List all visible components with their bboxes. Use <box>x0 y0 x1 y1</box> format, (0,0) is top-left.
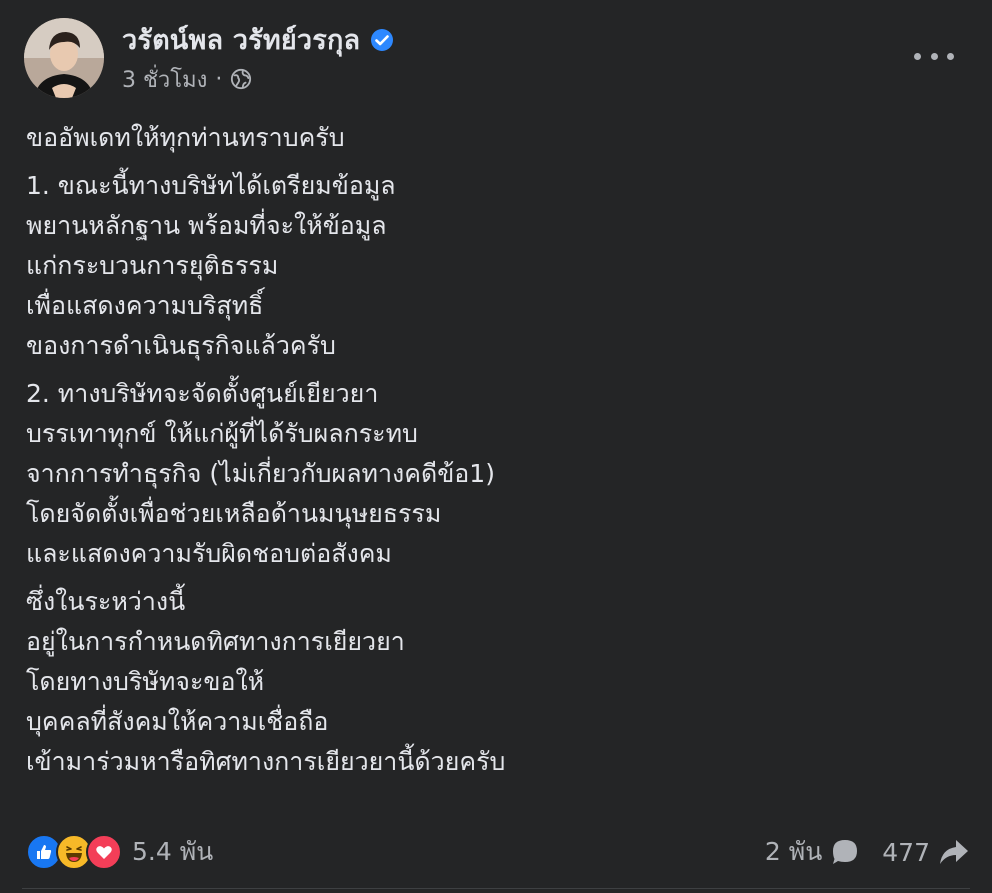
more-dot <box>947 52 954 60</box>
comment-count: 2 พัน <box>764 837 823 866</box>
post-text-line: และแสดงความรับผิดชอบต่อสังคม <box>26 539 392 568</box>
divider <box>22 888 970 889</box>
reaction-count[interactable]: 5.4 พัน <box>132 832 213 872</box>
post-text-line: โดยจัดตั้งเพื่อช่วยเหลือด้านมนุษยธรรม <box>26 499 442 528</box>
comment-icon <box>833 840 858 864</box>
post-paragraph: ขออัพเดทให้ทุกท่านทราบครับ <box>26 118 962 158</box>
shares-count-button[interactable]: 477 <box>882 837 970 867</box>
more-dot <box>930 52 938 60</box>
post-text-line: พยานหลักฐาน พร้อมที่จะให้ข้อมูล <box>26 211 387 240</box>
post-text-line: อยู่ในการกำหนดทิศทางการเยียวยา <box>26 627 405 656</box>
post-text-line: 1. ขณะนี้ทางบริษัทได้เตรียมข้อมูล <box>26 171 396 200</box>
post-body: ขออัพเดทให้ทุกท่านทราบครับ 1. ขณะนี้ทางบร… <box>26 118 962 790</box>
post-text-line: ของการดำเนินธุรกิจแล้วครับ <box>26 331 336 360</box>
post-paragraph: 1. ขณะนี้ทางบริษัทได้เตรียมข้อมูลพยานหลั… <box>26 166 962 366</box>
post-text-line: บุคคลที่สังคมให้ความเชื่อถือ <box>26 707 329 736</box>
facebook-post: วรัตน์พล วรัทย์วรกุล 3 ชั่วโมง · ขออัพเด… <box>0 0 992 893</box>
share-icon <box>940 840 968 864</box>
love-icon <box>86 834 122 870</box>
post-header: วรัตน์พล วรัทย์วรกุล 3 ชั่วโมง · <box>24 18 394 98</box>
avatar[interactable] <box>24 18 104 98</box>
post-time[interactable]: 3 ชั่วโมง <box>122 62 207 97</box>
post-text-line: โดยทางบริษัทจะขอให้ <box>26 667 265 696</box>
post-text-line: เพื่อแสดงความบริสุทธิ์ <box>26 291 264 320</box>
engagement-stats: 2 พัน 477 <box>765 832 970 872</box>
post-text-line: แก่กระบวนการยุติธรรม <box>26 251 279 280</box>
post-paragraph: 2. ทางบริษัทจะจัดตั้งศูนย์เยียวยาบรรเทาท… <box>26 374 962 574</box>
reactions-summary[interactable]: 5.4 พัน <box>26 832 213 872</box>
more-dot <box>914 52 921 60</box>
post-text-line: ซึ่งในระหว่างนี้ <box>26 587 186 616</box>
more-options-button[interactable] <box>914 42 954 70</box>
post-paragraph: ซึ่งในระหว่างนี้อยู่ในการกำหนดทิศทางการเ… <box>26 582 962 782</box>
verified-badge-icon <box>371 28 394 51</box>
globe-icon[interactable] <box>230 68 252 90</box>
post-text-line: จากการทำธุรกิจ (ไม่เกี่ยวกับผลทางคดีข้อ1… <box>26 459 495 488</box>
post-text-line: ขออัพเดทให้ทุกท่านทราบครับ <box>26 123 345 152</box>
post-footer: 5.4 พัน 2 พัน 477 <box>26 826 970 878</box>
post-text-line: 2. ทางบริษัทจะจัดตั้งศูนย์เยียวยา <box>26 379 379 408</box>
post-text-line: บรรเทาทุกข์ ให้แก่ผู้ที่ได้รับผลกระทบ <box>26 419 418 448</box>
post-text-line: เข้ามาร่วมหารือทิศทางการเยียวยานี้ด้วยคร… <box>26 747 506 776</box>
comments-count-button[interactable]: 2 พัน <box>765 832 860 872</box>
share-count: 477 <box>882 837 930 867</box>
meta-separator: · <box>215 66 223 92</box>
author-name[interactable]: วรัตน์พล วรัทย์วรกุล <box>122 18 360 61</box>
